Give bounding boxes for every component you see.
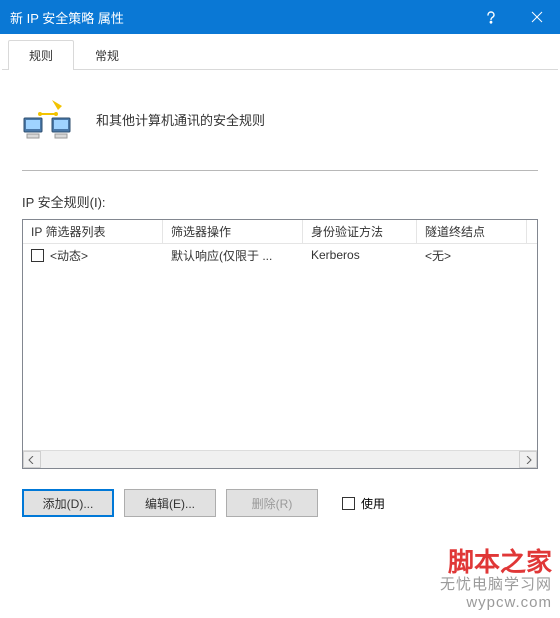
column-header-filter-action[interactable]: 筛选器操作 xyxy=(163,220,303,243)
column-header-tunnel-endpoint[interactable]: 隧道终结点 xyxy=(417,220,527,243)
tab-rules[interactable]: 规则 xyxy=(8,40,74,70)
scroll-right-button[interactable] xyxy=(519,451,537,468)
delete-button[interactable]: 删除(R) xyxy=(226,489,318,517)
tab-panel-rules: 和其他计算机通讯的安全规则 IP 安全规则(I): IP 筛选器列表 筛选器操作… xyxy=(0,70,560,517)
rules-listview[interactable]: IP 筛选器列表 筛选器操作 身份验证方法 隧道终结点 <动态> 默认响应(仅限… xyxy=(22,219,538,469)
dialog-window: 新 IP 安全策略 属性 规则 常规 xyxy=(0,0,560,618)
window-title: 新 IP 安全策略 属性 xyxy=(10,8,468,27)
tab-general[interactable]: 常规 xyxy=(74,40,140,70)
rules-section-label: IP 安全规则(I): xyxy=(22,192,538,211)
chevron-left-icon xyxy=(28,456,36,464)
cell-filter-action: 默认响应(仅限于 ... xyxy=(163,247,303,264)
watermark-red: 脚本之家 xyxy=(440,550,552,576)
watermark-grey: 无忧电脑学习网 xyxy=(440,576,552,594)
edit-button[interactable]: 编辑(E)... xyxy=(124,489,216,517)
computers-icon xyxy=(22,96,74,142)
watermark-url: wypcw.com xyxy=(440,594,552,612)
scroll-left-button[interactable] xyxy=(23,451,41,468)
row-checkbox[interactable] xyxy=(31,249,44,262)
cell-filter-list-text: <动态> xyxy=(50,247,88,264)
column-header-auth-method[interactable]: 身份验证方法 xyxy=(303,220,417,243)
intro-row: 和其他计算机通讯的安全规则 xyxy=(22,96,538,142)
use-wizard-label: 使用 xyxy=(361,495,385,512)
tabstrip: 规则 常规 xyxy=(2,40,558,70)
help-icon xyxy=(484,10,498,24)
close-icon xyxy=(531,11,543,23)
use-wizard-checkbox[interactable] xyxy=(342,497,355,510)
scroll-track[interactable] xyxy=(41,451,519,468)
chevron-right-icon xyxy=(524,456,532,464)
cell-filter-list: <动态> xyxy=(23,247,163,264)
column-header-filter-list[interactable]: IP 筛选器列表 xyxy=(23,220,163,243)
close-button[interactable] xyxy=(514,0,560,34)
divider xyxy=(22,170,538,172)
buttons-row: 添加(D)... 编辑(E)... 删除(R) 使用 xyxy=(22,489,538,517)
titlebar: 新 IP 安全策略 属性 xyxy=(0,0,560,34)
cell-tunnel-endpoint: <无> xyxy=(417,247,527,264)
use-wizard-row[interactable]: 使用 xyxy=(342,495,385,512)
cell-auth-method: Kerberos xyxy=(303,248,417,262)
help-button[interactable] xyxy=(468,0,514,34)
watermark: 脚本之家 无忧电脑学习网 wypcw.com xyxy=(440,550,552,612)
horizontal-scrollbar[interactable] xyxy=(23,450,537,468)
add-button[interactable]: 添加(D)... xyxy=(22,489,114,517)
listview-body: <动态> 默认响应(仅限于 ... Kerberos <无> xyxy=(23,244,537,450)
listview-header: IP 筛选器列表 筛选器操作 身份验证方法 隧道终结点 xyxy=(23,220,537,244)
table-row[interactable]: <动态> 默认响应(仅限于 ... Kerberos <无> xyxy=(23,244,537,266)
intro-text: 和其他计算机通讯的安全规则 xyxy=(96,110,265,129)
